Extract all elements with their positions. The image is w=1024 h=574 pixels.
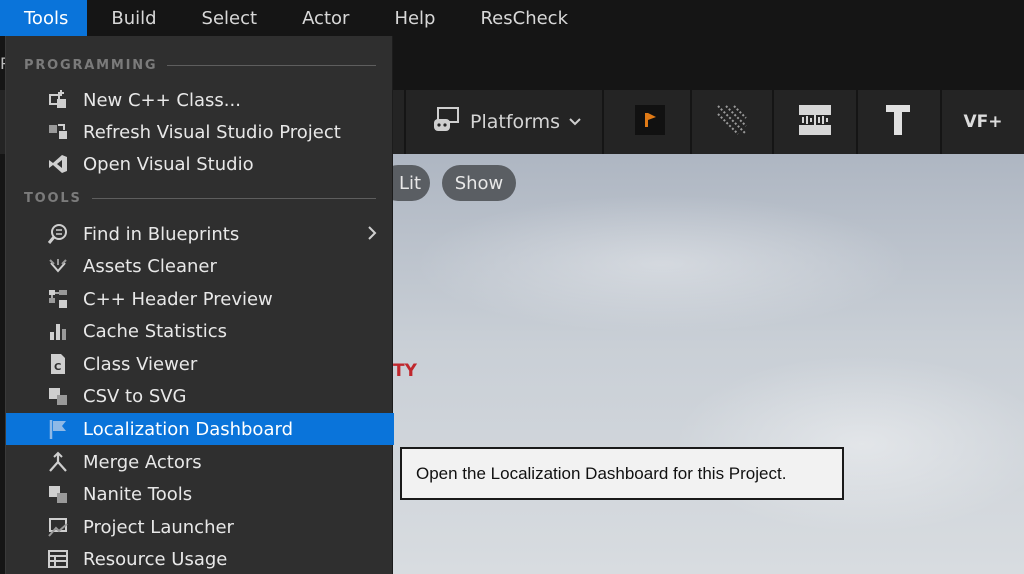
menu-item-label: Resource Usage — [83, 548, 228, 570]
resource-usage-icon — [47, 548, 69, 570]
main-menu-bar: Tools Build Select Actor Help ResCheck — [0, 0, 1024, 36]
menu-item-label: Merge Actors — [83, 451, 202, 473]
menu-item-nanite-tools[interactable]: Nanite Tools — [6, 478, 394, 510]
menu-item-label: Cache Statistics — [83, 320, 227, 342]
menu-item-label: Project Launcher — [83, 516, 234, 538]
vf-plus-label: VF+ — [963, 112, 1003, 132]
project-launcher-icon — [47, 516, 69, 538]
menu-item-new-cpp-class[interactable]: New C++ Class... — [6, 84, 394, 116]
menu-select[interactable]: Select — [178, 0, 279, 36]
sky-cloud — [672, 354, 1024, 534]
menu-item-label: Find in Blueprints — [83, 223, 240, 245]
cache-statistics-icon — [47, 320, 69, 342]
chevron-down-icon — [568, 111, 582, 133]
hatch-icon — [716, 104, 748, 140]
menu-build[interactable]: Build — [87, 0, 177, 36]
menu-item-project-launcher[interactable]: Project Launcher — [6, 511, 394, 543]
texture-tool-button[interactable] — [692, 90, 772, 154]
menu-item-label: New C++ Class... — [83, 89, 241, 111]
menu-item-csv-to-svg[interactable]: CSV to SVG — [6, 380, 394, 412]
audio-tool-button[interactable] — [775, 90, 855, 154]
menu-item-label: Localization Dashboard — [83, 418, 293, 440]
hammer-icon — [883, 103, 913, 141]
merge-actors-icon — [47, 451, 69, 473]
menu-item-merge-actors[interactable]: Merge Actors — [6, 446, 394, 478]
tools-dropdown-menu: PROGRAMMING New C++ Class... Refresh Vis… — [5, 36, 394, 574]
toolbar-divider — [404, 90, 406, 154]
nanite-tools-icon — [47, 483, 69, 505]
menu-item-find-in-blueprints[interactable]: Find in Blueprints — [6, 218, 394, 250]
menu-item-localization-dashboard[interactable]: Localization Dashboard — [6, 413, 394, 445]
menu-item-label: Nanite Tools — [83, 483, 193, 505]
menu-item-label: Class Viewer — [83, 353, 198, 375]
clapper-icon — [635, 105, 665, 139]
toolbar-divider — [772, 90, 774, 154]
platforms-button[interactable]: Platforms — [430, 90, 584, 154]
menu-item-cache-statistics[interactable]: Cache Statistics — [6, 315, 394, 347]
section-divider — [91, 198, 376, 199]
section-header-label: PROGRAMMING — [24, 58, 158, 73]
find-in-blueprints-icon — [47, 223, 69, 245]
localization-dashboard-tooltip: Open the Localization Dashboard for this… — [400, 447, 844, 500]
platforms-label: Platforms — [469, 111, 561, 133]
menu-item-cpp-header-preview[interactable]: C++ Header Preview — [6, 283, 394, 315]
menu-item-refresh-vs-project[interactable]: Refresh Visual Studio Project — [6, 116, 394, 148]
menu-tools[interactable]: Tools — [0, 0, 88, 36]
tooltip-text: Open the Localization Dashboard for this… — [416, 463, 787, 483]
vf-plus-button[interactable]: VF+ — [948, 90, 1018, 154]
menu-item-assets-cleaner[interactable]: Assets Cleaner — [6, 250, 394, 282]
menu-item-open-visual-studio[interactable]: Open Visual Studio — [6, 148, 394, 180]
menu-item-label: CSV to SVG — [83, 385, 187, 407]
build-button[interactable] — [858, 90, 938, 154]
visual-studio-icon — [47, 153, 69, 175]
header-preview-icon — [47, 288, 69, 310]
menu-rescheck[interactable]: ResCheck — [456, 0, 589, 36]
section-header-programming: PROGRAMMING — [24, 58, 376, 73]
class-viewer-icon: C — [47, 353, 69, 375]
menu-actor[interactable]: Actor — [278, 0, 370, 36]
submenu-arrow-icon — [364, 222, 380, 244]
svg-text:C: C — [54, 362, 61, 373]
platforms-icon — [432, 105, 462, 140]
menu-item-class-viewer[interactable]: C Class Viewer — [6, 348, 394, 380]
sequencer-button[interactable] — [610, 90, 690, 154]
waveform-icon — [799, 105, 831, 139]
show-flags-button[interactable]: Show — [442, 165, 516, 201]
viewport-warning-text: TY — [393, 361, 417, 381]
section-header-label: TOOLS — [24, 191, 82, 206]
assets-cleaner-icon — [47, 255, 69, 277]
level-viewport[interactable] — [392, 154, 1024, 574]
menu-item-resource-usage[interactable]: Resource Usage — [6, 543, 394, 574]
section-header-tools: TOOLS — [24, 191, 376, 206]
new-cpp-class-icon — [47, 89, 69, 111]
menu-help[interactable]: Help — [370, 0, 456, 36]
menu-item-label: Assets Cleaner — [83, 255, 217, 277]
refresh-project-icon — [47, 121, 69, 143]
menu-item-label: Open Visual Studio — [83, 153, 254, 175]
section-divider — [167, 65, 376, 66]
csv-to-svg-icon — [47, 385, 69, 407]
menu-item-label: C++ Header Preview — [83, 288, 273, 310]
menu-item-label: Refresh Visual Studio Project — [83, 121, 341, 143]
flag-icon — [47, 418, 69, 440]
toolbar-divider — [602, 90, 604, 154]
sky-cloud — [412, 194, 912, 334]
toolbar-divider — [940, 90, 942, 154]
